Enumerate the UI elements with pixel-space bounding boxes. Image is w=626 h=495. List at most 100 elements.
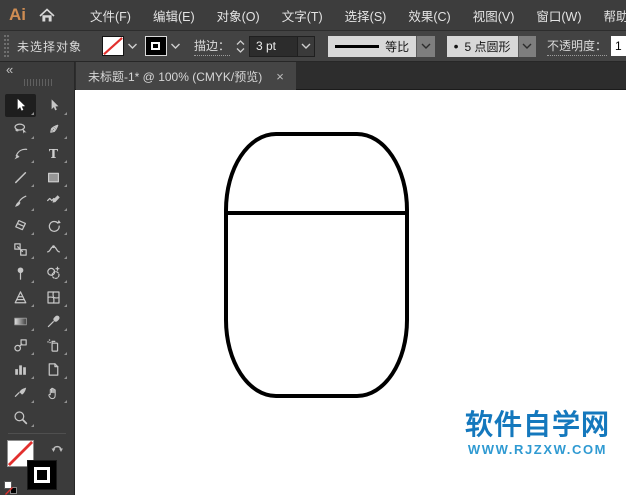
rotate-tool[interactable]	[38, 214, 69, 237]
shaper-icon	[45, 193, 62, 210]
mini-fill-icon	[4, 481, 12, 489]
opacity-label[interactable]: 不透明度：	[547, 37, 607, 56]
menu-item-help[interactable]: 帮助(H)	[593, 0, 626, 30]
zoom-icon	[12, 409, 29, 426]
tools-panel: «	[0, 62, 75, 495]
eyedropper-tool[interactable]	[38, 310, 69, 333]
eyedropper-icon	[45, 313, 62, 330]
artboard-tool[interactable]	[38, 358, 69, 381]
stroke-weight-stepper[interactable]	[236, 40, 245, 53]
column-graph-icon	[12, 361, 29, 378]
rectangle-icon	[45, 169, 62, 186]
stepper-down-icon	[236, 47, 245, 53]
stroke-weight-input[interactable]: 3 pt	[249, 36, 298, 57]
gradient-tool[interactable]	[5, 310, 36, 333]
menu-item-view[interactable]: 视图(V)	[462, 0, 526, 30]
fill-color-swatch[interactable]	[102, 36, 124, 56]
shape-divider-line[interactable]	[224, 211, 409, 215]
eraser-tool[interactable]	[5, 214, 36, 237]
shape-builder-icon	[45, 265, 62, 282]
width-tool[interactable]	[38, 238, 69, 261]
panel-drag-handle[interactable]	[24, 79, 52, 86]
brush-dropdown[interactable]	[518, 36, 536, 57]
watermark-title: 软件自学网	[465, 411, 610, 439]
home-icon	[39, 8, 55, 23]
symbol-sprayer-tool[interactable]	[38, 334, 69, 357]
line-icon	[12, 169, 29, 186]
width-profile-select[interactable]: 等比	[328, 36, 416, 57]
swap-fill-stroke-icon[interactable]	[50, 441, 65, 454]
scale-icon	[12, 241, 29, 258]
control-bar: 未选择对象 描边： 3 pt	[0, 30, 626, 62]
direct-selection-tool[interactable]	[38, 94, 69, 117]
menu-item-file[interactable]: 文件(F)	[79, 0, 142, 30]
stroke-weight-dropdown[interactable]	[298, 36, 315, 57]
fill-swatch-dropdown[interactable]	[127, 42, 138, 50]
chevron-down-icon	[127, 42, 138, 50]
shape-builder-tool[interactable]	[38, 262, 69, 285]
rotate-icon	[45, 217, 62, 234]
document-tab[interactable]: 未标题-1* @ 100% (CMYK/预览) ×	[76, 62, 296, 90]
stroke-swatch-dropdown[interactable]	[170, 42, 181, 50]
tools-divider	[8, 433, 66, 434]
default-fill-stroke-button[interactable]	[4, 481, 17, 494]
perspective-grid-icon	[12, 289, 29, 306]
direct-selection-arrow-icon	[45, 97, 62, 114]
selection-arrow-icon	[12, 97, 29, 114]
menu-item-edit[interactable]: 编辑(E)	[142, 0, 206, 30]
zoom-tool[interactable]	[5, 406, 36, 429]
stroke-weight-label[interactable]: 描边：	[194, 37, 230, 56]
curvature-tool[interactable]	[5, 142, 36, 165]
pen-tool[interactable]	[38, 118, 69, 141]
width-icon	[45, 241, 62, 258]
lasso-tool[interactable]	[5, 118, 36, 141]
shaper-tool[interactable]	[38, 190, 69, 213]
hand-icon	[45, 385, 62, 402]
scale-tool[interactable]	[5, 238, 36, 261]
brush-select[interactable]: • 5 点圆形	[447, 36, 518, 57]
watermark-url: WWW.RJZXW.COM	[465, 443, 610, 456]
column-graph-tool[interactable]	[5, 358, 36, 381]
menu-item-select[interactable]: 选择(S)	[334, 0, 398, 30]
puppet-warp-pin-icon	[12, 265, 29, 282]
chevron-down-icon	[301, 42, 311, 50]
stepper-up-icon	[236, 40, 245, 46]
tab-close-icon[interactable]: ×	[276, 70, 284, 83]
knife-tool[interactable]	[5, 382, 36, 405]
line-segment-tool[interactable]	[5, 166, 36, 189]
artboard-canvas[interactable]: 软件自学网 WWW.RJZXW.COM	[75, 90, 626, 495]
gradient-icon	[12, 313, 29, 330]
pen-icon	[45, 121, 62, 138]
stroke-color-swatch[interactable]	[145, 36, 167, 56]
chevron-down-icon	[170, 42, 181, 50]
paintbrush-tool[interactable]	[5, 190, 36, 213]
width-profile-dropdown[interactable]	[416, 36, 434, 57]
menu-item-effect[interactable]: 效果(C)	[397, 0, 461, 30]
menu-item-window[interactable]: 窗口(W)	[525, 0, 592, 30]
home-button[interactable]	[39, 8, 55, 23]
paintbrush-icon	[12, 193, 29, 210]
watermark: 软件自学网 WWW.RJZXW.COM	[465, 411, 610, 456]
opacity-input[interactable]: 1	[611, 36, 626, 56]
mesh-icon	[45, 289, 62, 306]
menu-item-object[interactable]: 对象(O)	[206, 0, 271, 30]
rounded-rectangle-shape[interactable]	[224, 132, 409, 398]
menu-bar: Ai 文件(F) 编辑(E) 对象(O) 文字(T) 选择(S) 效果(C) 视…	[0, 0, 626, 30]
blend-tool[interactable]	[5, 334, 36, 357]
lasso-icon	[12, 121, 29, 138]
brush-dot-icon: •	[454, 38, 459, 54]
app-logo: Ai	[9, 5, 26, 25]
type-tool[interactable]: T	[38, 142, 69, 165]
panel-collapse-button[interactable]: «	[6, 63, 11, 76]
menu-item-type[interactable]: 文字(T)	[271, 0, 334, 30]
selection-tool[interactable]	[5, 94, 36, 117]
perspective-grid-tool[interactable]	[5, 286, 36, 309]
hand-tool[interactable]	[38, 382, 69, 405]
rectangle-tool[interactable]	[38, 166, 69, 189]
symbol-sprayer-icon	[45, 337, 62, 354]
mesh-tool[interactable]	[38, 286, 69, 309]
controlbar-grip[interactable]	[4, 35, 9, 57]
stroke-proxy-swatch[interactable]	[27, 460, 57, 490]
fill-stroke-controls	[0, 437, 74, 495]
puppet-warp-tool[interactable]	[5, 262, 36, 285]
